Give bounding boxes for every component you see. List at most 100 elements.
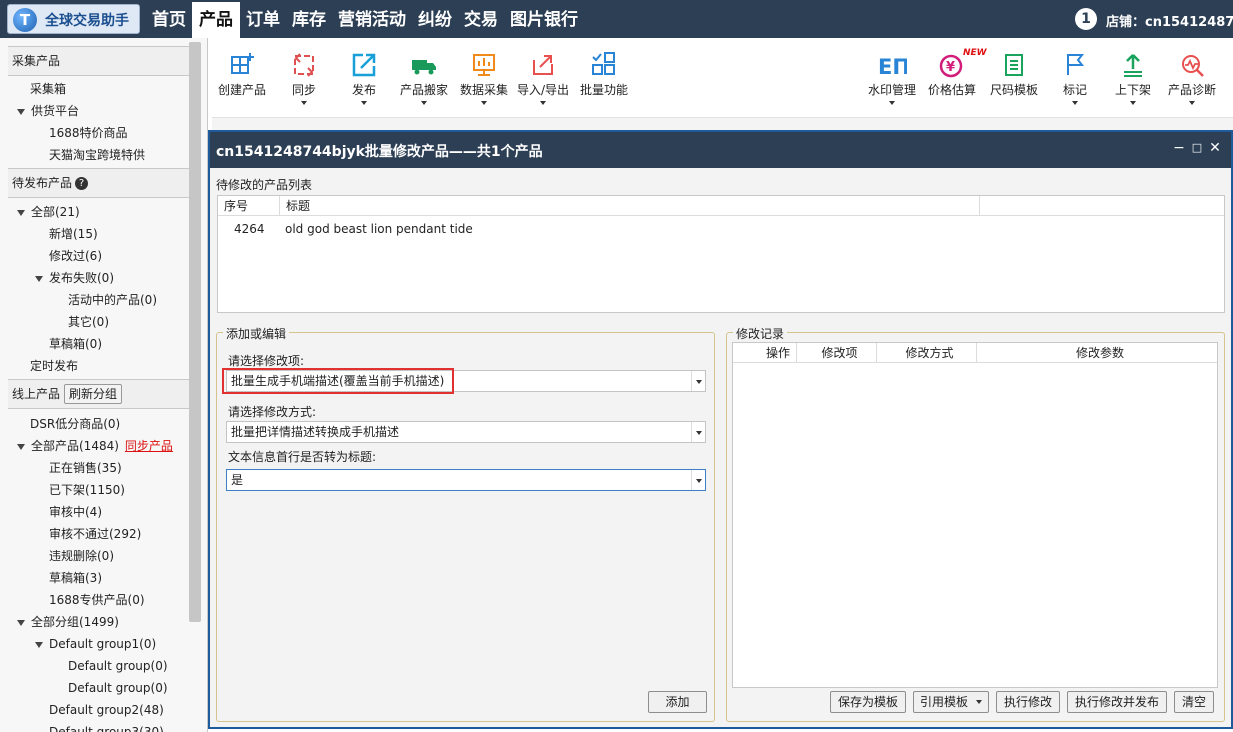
create-product-button[interactable]: 创建产品 [218, 52, 266, 98]
sidebar-item-drafts[interactable]: 草稿箱(3) [49, 568, 102, 588]
chevron-down-icon[interactable] [691, 470, 705, 490]
sidebar-item-default-group3[interactable]: Default group3(30) [49, 722, 164, 732]
watermark-button[interactable]: EП 水印管理 [868, 52, 916, 105]
sidebar-item-offshelf[interactable]: 已下架(1150) [49, 480, 125, 500]
new-badge: NEW [963, 48, 987, 58]
sidebar-item-default-group1[interactable]: Default group1(0) [35, 634, 156, 654]
nav-marketing[interactable]: 营销活动 [332, 0, 412, 38]
title-convert-select[interactable]: 是 [226, 469, 706, 491]
column-header-no[interactable]: 序号 [218, 196, 280, 216]
sidebar-item-activity[interactable]: 活动中的产品(0) [68, 290, 157, 310]
sidebar-item-supply[interactable]: 供货平台 [17, 101, 79, 121]
close-icon[interactable]: ✕ [1208, 141, 1222, 155]
cite-template-button[interactable]: 引用模板 [913, 691, 989, 713]
nav-image-bank[interactable]: 图片银行 [504, 0, 584, 38]
sidebar-item-violation[interactable]: 违规删除(0) [49, 546, 114, 566]
expand-triangle-icon[interactable] [17, 619, 25, 626]
column-header-item[interactable]: 修改项 [797, 343, 877, 363]
sidebar-item-failed[interactable]: 发布失败(0) [35, 268, 114, 288]
publish-icon [352, 53, 376, 77]
sidebar-item-default-group2[interactable]: Default group2(48) [49, 700, 164, 720]
watermark-icon: EП [878, 55, 907, 78]
expand-triangle-icon[interactable] [35, 641, 43, 648]
sidebar-item-modified[interactable]: 修改过(6) [49, 246, 102, 266]
sidebar-item-rejected[interactable]: 审核不通过(292) [49, 524, 141, 544]
modify-method-select[interactable]: 批量把详情描述转换成手机描述 [226, 421, 706, 443]
column-header-method[interactable]: 修改方式 [877, 343, 977, 363]
sidebar-item-new[interactable]: 新增(15) [49, 224, 98, 244]
notification-badge[interactable]: 1 [1075, 8, 1097, 30]
sidebar-item-all-groups[interactable]: 全部分组(1499) [17, 612, 119, 632]
nav-inventory[interactable]: 库存 [286, 0, 332, 38]
sync-icon [294, 53, 314, 77]
size-template-button[interactable]: 尺码模板 [990, 52, 1038, 98]
nav-orders[interactable]: 订单 [240, 0, 286, 38]
help-icon[interactable]: ? [75, 177, 89, 190]
sidebar-item-all21[interactable]: 全部(21) [17, 202, 80, 222]
diagnosis-icon [1182, 55, 1204, 77]
sidebar-item-default-group-b[interactable]: Default group(0) [68, 678, 168, 698]
modify-item-label: 请选择修改项: [228, 354, 305, 368]
execute-button[interactable]: 执行修改 [996, 691, 1060, 713]
add-button[interactable]: 添加 [648, 691, 707, 713]
refresh-group-button[interactable]: 刷新分组 [64, 384, 123, 404]
sidebar-item-onsale[interactable]: 正在销售(35) [49, 458, 122, 478]
table-row[interactable]: 4264 old god beast lion pendant tide [218, 218, 1224, 240]
sidebar-item-draft[interactable]: 草稿箱(0) [49, 334, 102, 354]
nav-home[interactable]: 首页 [146, 0, 192, 38]
clear-button[interactable]: 清空 [1174, 691, 1214, 713]
sidebar-item-1688-exclusive[interactable]: 1688专供产品(0) [49, 590, 145, 610]
sidebar-item-reviewing[interactable]: 审核中(4) [49, 502, 102, 522]
title-question-label: 文本信息首行是否转为标题: [228, 450, 377, 464]
publish-button[interactable]: 发布 [351, 52, 377, 105]
save-template-button[interactable]: 保存为模板 [830, 691, 906, 713]
sync-products-link[interactable]: 同步产品 [125, 439, 173, 453]
maximize-icon[interactable]: □ [1190, 141, 1204, 155]
minimize-icon[interactable]: − [1172, 141, 1186, 155]
sidebar-item-dsr[interactable]: DSR低分商品(0) [30, 414, 120, 434]
dialog-titlebar[interactable]: cn1541248744bjyk批量修改产品——共1个产品 [210, 132, 1231, 168]
expand-triangle-icon[interactable] [17, 209, 25, 216]
sidebar-item-other[interactable]: 其它(0) [68, 312, 109, 332]
sidebar-section-collect[interactable]: 采集产品 [8, 46, 189, 76]
sidebar-item-all-products[interactable]: 全部产品(1484) 同步产品 [17, 436, 173, 456]
nav-trade[interactable]: 交易 [458, 0, 504, 38]
batch-function-button[interactable]: 批量功能 [580, 52, 628, 98]
column-header-title[interactable]: 标题 [280, 196, 980, 216]
data-collect-icon [473, 54, 495, 76]
sidebar-item-tmall[interactable]: 天猫淘宝跨境特供 [49, 145, 145, 165]
price-estimate-button[interactable]: ¥ 价格估算 NEW [928, 48, 987, 98]
expand-triangle-icon[interactable] [17, 108, 25, 115]
chevron-down-icon[interactable] [691, 422, 705, 442]
chevron-down-icon[interactable] [691, 371, 705, 391]
nav-products[interactable]: 产品 [192, 2, 240, 38]
sidebar-item-label: 全部产品(1484) [31, 439, 119, 453]
column-header-params[interactable]: 修改参数 [977, 343, 1217, 363]
sidebar-section-pending[interactable]: 待发布产品? [8, 168, 189, 198]
execute-publish-button[interactable]: 执行修改并发布 [1067, 691, 1167, 713]
import-export-button[interactable]: 导入/导出 [517, 52, 569, 105]
sidebar-item-collect-box[interactable]: 采集箱 [30, 79, 66, 99]
product-list-table: 序号 标题 4264 old god beast lion pendant ti… [217, 195, 1225, 313]
column-header-action[interactable]: 操作 [733, 343, 797, 363]
tool-label: 产品诊断 [1168, 83, 1217, 97]
shelf-button[interactable]: 上下架 [1115, 52, 1151, 105]
sidebar-item-timed[interactable]: 定时发布 [30, 356, 78, 376]
table-header: 序号 标题 [218, 196, 1224, 216]
dropdown-arrow-icon [361, 101, 367, 105]
sync-button[interactable]: 同步 [291, 52, 317, 105]
sidebar-scrollbar[interactable] [189, 42, 201, 622]
sidebar-item-1688[interactable]: 1688特价商品 [49, 123, 128, 143]
expand-triangle-icon[interactable] [35, 275, 43, 282]
product-diagnosis-button[interactable]: 产品诊断 [1168, 52, 1216, 105]
data-collect-button[interactable]: 数据采集 [460, 52, 508, 105]
product-move-button[interactable]: 产品搬家 [400, 52, 448, 105]
nav-disputes[interactable]: 纠纷 [412, 0, 458, 38]
import-export-icon [533, 55, 554, 75]
app-logo[interactable]: T 全球交易助手 [7, 4, 140, 34]
expand-triangle-icon[interactable] [17, 443, 25, 450]
dialog-title: cn1541248744bjyk批量修改产品——共1个产品 [216, 144, 543, 160]
batch-grid-icon [592, 52, 615, 75]
mark-button[interactable]: 标记 [1062, 52, 1088, 105]
sidebar-item-default-group-a[interactable]: Default group(0) [68, 656, 168, 676]
